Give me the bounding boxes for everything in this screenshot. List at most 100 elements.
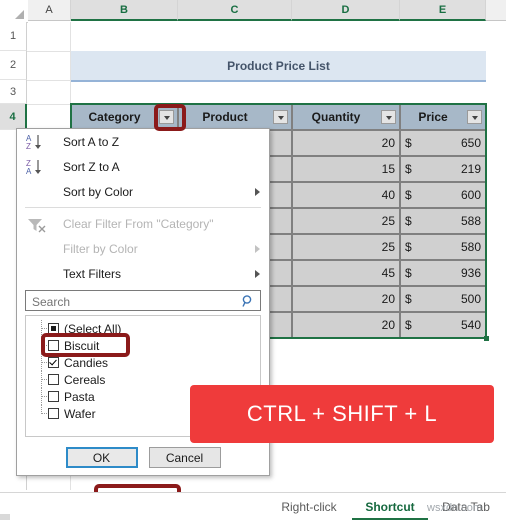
menu-item-text-filters[interactable]: Text Filters [17,261,269,286]
table-cell-quantity[interactable]: 45 [292,260,400,286]
submenu-arrow-icon [255,245,260,253]
table-cell-quantity[interactable]: 20 [292,312,400,338]
menu-item-label: Clear Filter From "Category" [63,216,214,231]
price-value: 500 [460,292,481,306]
table-cell-quantity[interactable]: 20 [292,286,400,312]
table-cell-quantity[interactable]: 25 [292,208,400,234]
row-header-3[interactable]: 3 [0,80,27,104]
table-header-quantity[interactable]: Quantity [292,104,400,130]
column-header-b[interactable]: B [71,0,178,21]
column-header-a[interactable]: A [28,0,71,21]
menu-item-sort-a-to-z[interactable]: A Z Sort A to Z [17,129,269,154]
submenu-arrow-icon [255,188,260,196]
sheet-tab-shortcut[interactable]: Shortcut [352,494,428,520]
sort-za-icon: Z A [25,158,51,176]
checkbox-pasta[interactable] [48,391,59,402]
table-cell-price[interactable]: $ 580 [400,234,486,260]
select-all-corner[interactable] [0,0,28,23]
search-input[interactable] [30,291,229,312]
menu-item-label: Text Filters [63,266,122,281]
price-value: 219 [460,162,481,176]
currency-symbol: $ [405,214,412,228]
filter-dropdown-button-price[interactable] [467,110,482,124]
menu-item-label: Sort Z to A [63,159,120,174]
currency-symbol: $ [405,266,412,280]
ok-button[interactable]: OK [65,447,138,468]
checkbox-biscuit[interactable] [48,340,59,351]
gridline [27,104,71,105]
price-value: 588 [460,214,481,228]
search-icon [241,294,255,313]
list-item-label: Wafer [64,406,96,421]
table-cell-price[interactable]: $ 219 [400,156,486,182]
watermark: wsxdn.com [427,502,483,514]
list-item-select-all[interactable]: (Select All) [26,320,260,337]
table-cell-price[interactable]: $ 500 [400,286,486,312]
table-cell-quantity[interactable]: 15 [292,156,400,182]
currency-symbol: $ [405,240,412,254]
column-header-strip: A B C D E [0,0,506,23]
header-label-category: Category [88,110,141,124]
column-header-e[interactable]: E [400,0,486,21]
table-cell-quantity[interactable]: 40 [292,182,400,208]
price-value: 540 [460,318,481,332]
menu-item-label: Filter by Color [63,241,138,256]
checkbox-wafer[interactable] [48,408,59,419]
filter-dropdown-button-quantity[interactable] [381,110,396,124]
table-cell-quantity[interactable]: 20 [292,130,400,156]
cancel-button[interactable]: Cancel [148,447,221,468]
horizontal-scroll-nub[interactable] [0,514,10,520]
price-value: 600 [460,188,481,202]
menu-separator [25,207,261,208]
header-label-price: Price [418,110,448,124]
list-item-biscuit[interactable]: Biscuit [26,337,260,354]
currency-symbol: $ [405,162,412,176]
list-item-label: (Select All) [64,321,122,336]
price-value: 936 [460,266,481,280]
list-item-label: Candies [64,355,109,370]
clear-filter-icon [25,215,51,233]
menu-item-label: Sort by Color [63,184,134,199]
svg-text:Z: Z [26,142,31,151]
column-header-d[interactable]: D [292,0,400,21]
tree-line [36,405,48,422]
filter-dropdown-button-category[interactable] [159,110,174,124]
filter-dropdown-button-product[interactable] [273,110,288,124]
tree-line [36,320,48,337]
tree-line [36,388,48,405]
currency-symbol: $ [405,292,412,306]
column-header-f[interactable] [486,0,506,21]
title-band: Product Price List [71,51,486,82]
column-header-c[interactable]: C [178,0,292,21]
sheet-tab-strip: Right-click Shortcut Data Tab wsxdn.com [0,492,506,520]
table-header-price[interactable]: Price [400,104,486,130]
checkbox-cereals[interactable] [48,374,59,385]
checkbox-candies[interactable] [48,357,59,368]
table-header-product[interactable]: Product [178,104,292,130]
list-item-candies[interactable]: Candies [26,354,260,371]
menu-item-label: Sort A to Z [63,134,120,149]
table-cell-price[interactable]: $ 936 [400,260,486,286]
list-item-label: Cereals [64,372,106,387]
table-cell-price[interactable]: $ 650 [400,130,486,156]
tree-line [36,337,48,354]
table-cell-quantity[interactable]: 25 [292,234,400,260]
row-header-4[interactable]: 4 [0,104,27,130]
fill-handle[interactable] [484,336,489,341]
currency-symbol: $ [405,188,412,202]
table-header-category[interactable]: Category [71,104,178,130]
sort-az-icon: A Z [25,133,51,151]
table-cell-price[interactable]: $ 540 [400,312,486,338]
sheet-tab-right-click[interactable]: Right-click [268,494,350,520]
table-cell-price[interactable]: $ 588 [400,208,486,234]
row-header-2[interactable]: 2 [0,51,27,80]
menu-item-sort-by-color[interactable]: Sort by Color [17,179,269,204]
select-all-triangle-icon [15,10,24,19]
search-box[interactable] [25,290,261,313]
menu-item-sort-z-to-a[interactable]: Z A Sort Z to A [17,154,269,179]
checkbox-select-all[interactable] [48,323,59,334]
header-label-quantity: Quantity [311,110,361,124]
row-header-1[interactable]: 1 [0,22,27,51]
table-cell-price[interactable]: $ 600 [400,182,486,208]
price-value: 580 [460,240,481,254]
